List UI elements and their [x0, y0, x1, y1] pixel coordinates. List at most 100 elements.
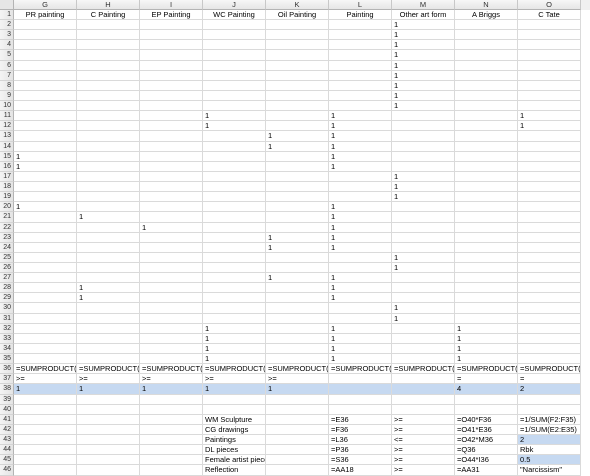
cell-h37[interactable]: >= — [77, 374, 140, 385]
cell-j41[interactable]: WM Sculpture — [203, 414, 266, 425]
row-header[interactable]: 46 — [0, 465, 14, 476]
cell-l6[interactable] — [329, 60, 392, 71]
cell-m35[interactable] — [392, 354, 455, 365]
cell-h18[interactable] — [77, 182, 140, 193]
cell-g7[interactable] — [14, 70, 77, 81]
cell-o29[interactable] — [518, 293, 581, 304]
cell-l32[interactable]: 1 — [329, 323, 392, 334]
cell-i38[interactable]: 1 — [140, 384, 203, 395]
cell-h35[interactable] — [77, 354, 140, 365]
cell-o32[interactable] — [518, 323, 581, 334]
cell-g28[interactable] — [14, 283, 77, 294]
cell-k23[interactable]: 1 — [266, 232, 329, 243]
cell-j36[interactable]: =SUMPRODUCT(J — [203, 364, 266, 375]
cell-i7[interactable] — [140, 70, 203, 81]
cell-i44[interactable] — [140, 445, 203, 456]
cell-o30[interactable] — [518, 303, 581, 314]
cell-i39[interactable] — [140, 394, 203, 405]
cell-m1[interactable]: Other art form — [392, 10, 455, 21]
cell-g44[interactable] — [14, 445, 77, 456]
cell-o37[interactable]: = — [518, 374, 581, 385]
cell-j13[interactable] — [203, 131, 266, 142]
cell-o25[interactable] — [518, 252, 581, 263]
cell-k19[interactable] — [266, 192, 329, 203]
select-all-corner[interactable] — [0, 0, 14, 10]
column-header-k[interactable]: K — [266, 0, 329, 10]
cell-n21[interactable] — [455, 212, 518, 223]
row-header[interactable]: 8 — [0, 80, 14, 91]
cell-k34[interactable] — [266, 343, 329, 355]
cell-k31[interactable] — [266, 313, 329, 324]
cell-n23[interactable] — [455, 232, 518, 243]
cell-l11[interactable]: 1 — [329, 111, 392, 122]
cell-k8[interactable] — [266, 80, 329, 91]
cell-h15[interactable] — [77, 151, 140, 162]
cell-i25[interactable] — [140, 252, 203, 263]
cell-j14[interactable] — [203, 141, 266, 152]
cell-l40[interactable] — [329, 404, 392, 415]
cell-j26[interactable] — [203, 263, 266, 274]
cell-g38[interactable]: 1 — [14, 384, 77, 395]
cell-i30[interactable] — [140, 303, 203, 314]
cell-i33[interactable] — [140, 333, 203, 344]
cell-j33[interactable]: 1 — [203, 333, 266, 344]
cell-k15[interactable] — [266, 151, 329, 162]
cell-h27[interactable] — [77, 273, 140, 284]
cell-i45[interactable] — [140, 455, 203, 466]
cell-l4[interactable] — [329, 40, 392, 51]
cell-i32[interactable] — [140, 323, 203, 334]
cell-g36[interactable]: =SUMPRODUCT(G — [14, 364, 77, 375]
cell-h44[interactable] — [77, 445, 140, 456]
cell-i29[interactable] — [140, 293, 203, 304]
cell-o12[interactable]: 1 — [518, 121, 581, 132]
cell-o39[interactable] — [518, 394, 581, 405]
cell-h46[interactable] — [77, 465, 140, 476]
cell-l20[interactable]: 1 — [329, 202, 392, 213]
cell-o21[interactable] — [518, 212, 581, 223]
cell-k5[interactable] — [266, 50, 329, 61]
row-header[interactable]: 36 — [0, 364, 14, 375]
cell-i9[interactable] — [140, 90, 203, 102]
row-header[interactable]: 15 — [0, 151, 14, 162]
cell-m34[interactable] — [392, 343, 455, 355]
row-header[interactable]: 22 — [0, 222, 14, 233]
row-header[interactable]: 18 — [0, 182, 14, 193]
cell-i24[interactable] — [140, 242, 203, 253]
cell-m6[interactable]: 1 — [392, 60, 455, 71]
cell-j10[interactable] — [203, 101, 266, 112]
cell-i16[interactable] — [140, 161, 203, 172]
cell-o45[interactable]: 0.5 — [518, 455, 581, 466]
cell-o8[interactable] — [518, 80, 581, 91]
cell-g11[interactable] — [14, 111, 77, 122]
cell-g32[interactable] — [14, 323, 77, 334]
row-header[interactable]: 31 — [0, 313, 14, 324]
cell-j32[interactable]: 1 — [203, 323, 266, 334]
cell-n40[interactable] — [455, 404, 518, 415]
cell-o1[interactable]: C Tate — [518, 10, 581, 21]
cell-m11[interactable] — [392, 111, 455, 122]
column-header-g[interactable]: G — [14, 0, 77, 10]
cell-j35[interactable]: 1 — [203, 354, 266, 365]
cell-h10[interactable] — [77, 101, 140, 112]
cell-j8[interactable] — [203, 80, 266, 91]
row-header[interactable]: 7 — [0, 70, 14, 81]
cell-l37[interactable] — [329, 374, 392, 385]
cell-n45[interactable]: =O44*I36 — [455, 455, 518, 466]
cell-n43[interactable]: =O42*M36 — [455, 435, 518, 446]
cell-h28[interactable]: 1 — [77, 283, 140, 294]
cell-l39[interactable] — [329, 394, 392, 405]
cell-l36[interactable]: =SUMPRODUCT(L — [329, 364, 392, 375]
row-header[interactable]: 16 — [0, 161, 14, 172]
cell-j16[interactable] — [203, 161, 266, 172]
cell-l31[interactable] — [329, 313, 392, 324]
cell-i35[interactable] — [140, 354, 203, 365]
cell-l10[interactable] — [329, 101, 392, 112]
cell-m27[interactable] — [392, 273, 455, 284]
cell-o46[interactable]: "Narcissism" — [518, 465, 581, 476]
cell-o42[interactable]: =1/SUM(E2:E35) — [518, 424, 581, 436]
cell-n39[interactable] — [455, 394, 518, 405]
cell-n4[interactable] — [455, 40, 518, 51]
cell-o5[interactable] — [518, 50, 581, 61]
cell-k11[interactable] — [266, 111, 329, 122]
cell-o40[interactable] — [518, 404, 581, 415]
